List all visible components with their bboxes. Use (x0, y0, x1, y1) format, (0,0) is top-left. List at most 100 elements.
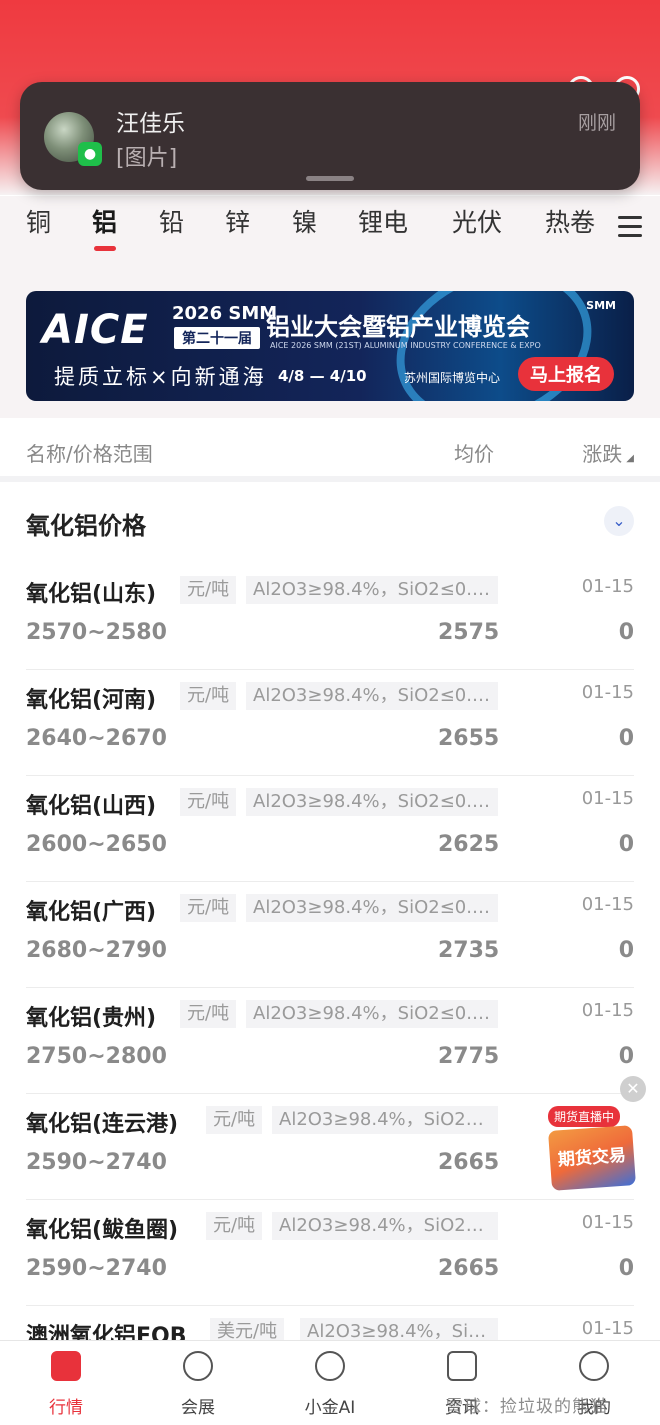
table-row[interactable]: 氧化铝(鲅鱼圈) 元/吨 Al2O3≥98.4%，SiO2… 01-15 259… (26, 1200, 634, 1306)
price-change: 0 (618, 832, 634, 857)
nav-label: 会展 (181, 1398, 215, 1418)
product-name: 氧化铝(广西) (26, 900, 157, 925)
banner-container: AICE 2026 SMM 第二十一届 铝业大会暨铝产业博览会 AICE 202… (0, 272, 660, 418)
unit-tag: 元/吨 (180, 576, 237, 604)
column-change[interactable]: 涨跌 ◢ (582, 438, 634, 467)
price-range: 2600~2650 (26, 832, 167, 857)
price-date: 01-15 (581, 1212, 634, 1233)
price-range: 2680~2790 (26, 938, 167, 963)
chevron-down-icon[interactable]: ⌄ (604, 506, 634, 536)
live-badge: 期货直播中 (548, 1106, 621, 1127)
category-tabs: 铜 铝 铅 锌 镍 锂电 光伏 热卷 (0, 196, 660, 272)
table-row[interactable]: 氧化铝(连云港) 元/吨 Al2O3≥98.4%，SiO2… 2590~2740… (26, 1094, 634, 1200)
banner-venue: 苏州国际博览中心 (404, 371, 501, 385)
sort-icon: ◢ (626, 453, 634, 464)
table-row[interactable]: 氧化铝(山东) 元/吨 Al2O3≥98.4%，SiO2≤0.… 01-15 2… (26, 564, 634, 670)
tab-copper[interactable]: 铜 (26, 208, 51, 248)
spec-tag: Al2O3≥98.4%，SiO2≤0.… (246, 576, 498, 604)
column-name: 名称/价格范围 (26, 442, 153, 466)
event-banner[interactable]: AICE 2026 SMM 第二十一届 铝业大会暨铝产业博览会 AICE 202… (26, 291, 634, 401)
nav-market[interactable]: 行情 (16, 1351, 116, 1418)
product-name: 氧化铝(贵州) (26, 1006, 157, 1031)
wechat-notification[interactable]: ● 汪佳乐 [图片] 刚刚 (20, 82, 640, 190)
close-icon[interactable]: ✕ (620, 1076, 646, 1102)
price-range: 2570~2580 (26, 620, 167, 645)
profile-icon (579, 1351, 609, 1381)
smm-logo: SMM (586, 299, 616, 312)
table-row[interactable]: 氧化铝(山西) 元/吨 Al2O3≥98.4%，SiO2≤0.… 01-15 2… (26, 776, 634, 882)
price-change: 0 (618, 938, 634, 963)
avg-price: 2625 (438, 832, 500, 857)
avg-price: 2665 (438, 1150, 500, 1175)
price-date: 01-15 (581, 894, 634, 915)
robot-icon (315, 1351, 345, 1381)
avg-price: 2575 (438, 620, 500, 645)
spec-tag: Al2O3≥98.4%，SiO2≤0.… (246, 1000, 498, 1028)
price-change: 0 (618, 726, 634, 751)
product-name: 氧化铝(山西) (26, 794, 157, 819)
wechat-icon: ● (78, 142, 102, 166)
notification-sender: 汪佳乐 (116, 111, 185, 137)
nav-exhibition[interactable]: 会展 (148, 1351, 248, 1418)
tab-nickel[interactable]: 镍 (292, 208, 317, 248)
banner-title: 铝业大会暨铝产业博览会 (266, 313, 530, 341)
drag-handle[interactable] (306, 176, 354, 181)
product-name: 氧化铝(连云港) (26, 1112, 179, 1137)
tab-zinc[interactable]: 锌 (225, 208, 250, 248)
price-date: 01-15 (581, 576, 634, 597)
banner-slogan: 提质立标×向新通海 (54, 365, 267, 389)
banner-year: 2026 SMM (172, 303, 278, 324)
tab-lithium[interactable]: 锂电 (358, 208, 408, 248)
spec-tag: Al2O3≥98.4%，SiO2≤0.… (246, 894, 498, 922)
list-header: 名称/价格范围 均价 涨跌 ◢ (0, 418, 660, 482)
unit-tag: 元/吨 (180, 788, 237, 816)
avg-price: 2655 (438, 726, 500, 751)
product-name: 氧化铝(山东) (26, 582, 157, 607)
menu-icon[interactable] (618, 216, 642, 243)
unit-tag: 元/吨 (206, 1212, 263, 1240)
people-icon (183, 1351, 213, 1381)
price-range: 2750~2800 (26, 1044, 167, 1069)
notification-time: 刚刚 (577, 112, 616, 134)
price-date: 01-15 (581, 788, 634, 809)
price-range: 2590~2740 (26, 1150, 167, 1175)
unit-tag: 元/吨 (180, 894, 237, 922)
column-avg[interactable]: 均价 (454, 438, 494, 467)
price-range: 2590~2740 (26, 1256, 167, 1281)
avg-price: 2775 (438, 1044, 500, 1069)
notification-message: [图片] (116, 146, 178, 171)
product-name: 氧化铝(河南) (26, 688, 157, 713)
chart-icon (51, 1351, 81, 1381)
price-change: 0 (618, 620, 634, 645)
futures-live-widget[interactable]: ✕ 期货直播中 期货交易 (548, 1076, 658, 1192)
tab-lead[interactable]: 铅 (159, 208, 184, 248)
nav-label: 小金AI (304, 1398, 356, 1418)
avg-price: 2665 (438, 1256, 500, 1281)
price-change: 0 (618, 1044, 634, 1069)
table-row[interactable]: 氧化铝(贵州) 元/吨 Al2O3≥98.4%，SiO2≤0.… 01-15 2… (26, 988, 634, 1094)
watermark: 雪球：捡垃圾的熊猫 (446, 1397, 608, 1417)
product-name: 氧化铝(鲅鱼圈) (26, 1218, 179, 1243)
news-icon (447, 1351, 477, 1381)
signup-button[interactable]: 马上报名 (518, 357, 614, 391)
nav-ai[interactable]: 小金AI (280, 1351, 380, 1418)
table-row[interactable]: 氧化铝(河南) 元/吨 Al2O3≥98.4%，SiO2≤0.… 01-15 2… (26, 670, 634, 776)
futures-trade-button[interactable]: 期货交易 (548, 1125, 636, 1191)
price-range: 2640~2670 (26, 726, 167, 751)
price-date: 01-15 (581, 1318, 634, 1339)
price-date: 01-15 (581, 682, 634, 703)
table-row[interactable]: 氧化铝(广西) 元/吨 Al2O3≥98.4%，SiO2≤0.… 01-15 2… (26, 882, 634, 988)
unit-tag: 元/吨 (180, 1000, 237, 1028)
price-date: 01-15 (581, 1000, 634, 1021)
tab-photovoltaic[interactable]: 光伏 (452, 208, 502, 248)
banner-date: 4/8 — 4/10 (278, 367, 367, 385)
column-change-label: 涨跌 (582, 442, 623, 466)
spec-tag: Al2O3≥98.4%，SiO2≤0.… (246, 682, 498, 710)
banner-edition: 第二十一届 (174, 327, 260, 349)
tab-hot-rolled[interactable]: 热卷 (545, 208, 595, 248)
spec-tag: Al2O3≥98.4%，SiO2… (272, 1212, 498, 1240)
price-change: 0 (618, 1256, 634, 1281)
unit-tag: 元/吨 (206, 1106, 263, 1134)
avg-price: 2735 (438, 938, 500, 963)
tab-aluminum[interactable]: 铝 (92, 208, 117, 251)
